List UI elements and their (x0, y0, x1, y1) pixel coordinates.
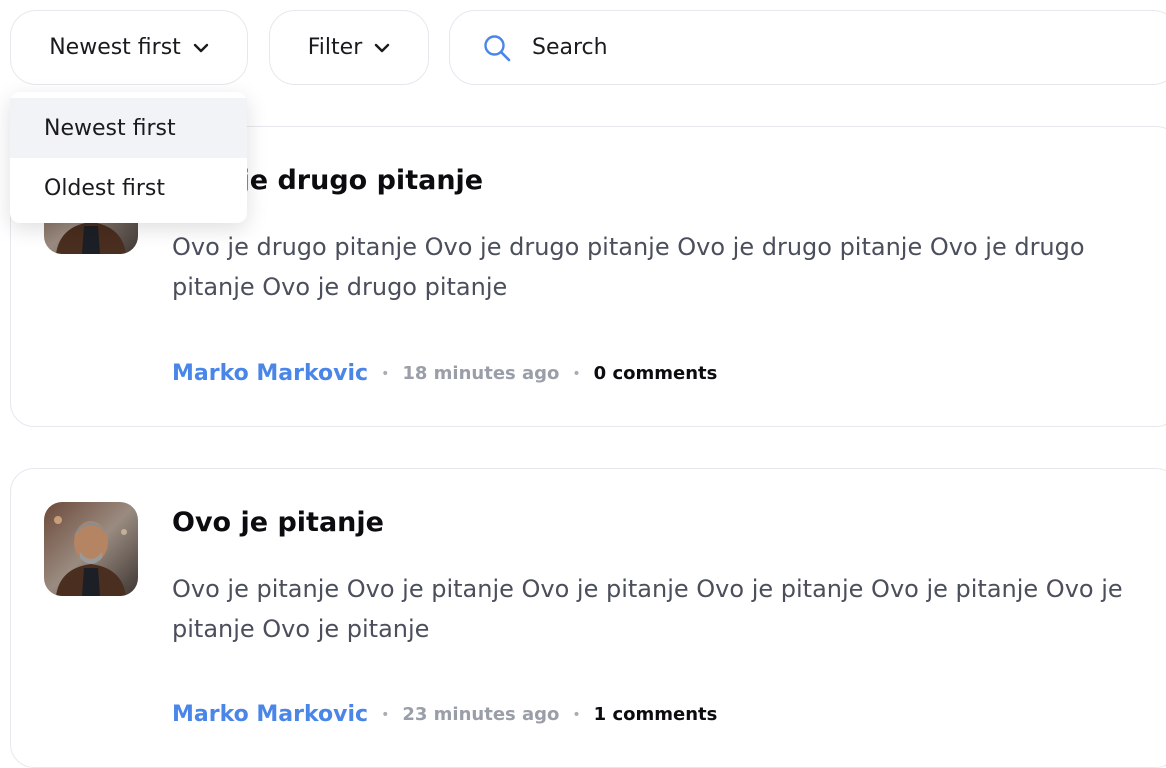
search-icon (484, 34, 511, 61)
author-link[interactable]: Marko Markovic (172, 702, 368, 727)
filter-dropdown-button[interactable]: Filter (269, 10, 429, 85)
separator-dot: • (572, 706, 581, 723)
chevron-down-icon (375, 43, 390, 52)
author-link[interactable]: Marko Markovic (172, 361, 368, 386)
question-meta: Marko Markovic • 18 minutes ago • 0 comm… (172, 361, 717, 386)
separator-dot: • (381, 706, 390, 723)
filter-dropdown-label: Filter (307, 35, 363, 60)
question-body: Ovo je drugo pitanje Ovo je drugo pitanj… (172, 233, 1085, 301)
sort-dropdown-menu: Newest first Oldest first (10, 92, 247, 223)
separator-dot: • (381, 365, 390, 382)
question-body: Ovo je pitanje Ovo je pitanje Ovo je pit… (172, 575, 1123, 643)
question-title[interactable]: Ovo je pitanje (172, 507, 384, 538)
sort-option-newest[interactable]: Newest first (10, 98, 247, 158)
comments-count[interactable]: 1 comments (594, 704, 718, 725)
post-time: 23 minutes ago (402, 704, 560, 725)
sort-option-oldest[interactable]: Oldest first (10, 158, 247, 218)
sort-dropdown-button[interactable]: Newest first (10, 10, 248, 85)
sort-dropdown-label: Newest first (49, 35, 181, 60)
search-input[interactable] (530, 34, 1130, 61)
avatar[interactable] (44, 502, 138, 596)
question-card[interactable]: Ovo je pitanje Ovo je pitanje Ovo je pit… (10, 468, 1166, 768)
comments-count[interactable]: 0 comments (594, 363, 718, 384)
separator-dot: • (572, 365, 581, 382)
search-bar[interactable] (449, 10, 1166, 85)
chevron-down-icon (193, 43, 208, 52)
post-time: 18 minutes ago (402, 363, 560, 384)
question-meta: Marko Markovic • 23 minutes ago • 1 comm… (172, 702, 717, 727)
